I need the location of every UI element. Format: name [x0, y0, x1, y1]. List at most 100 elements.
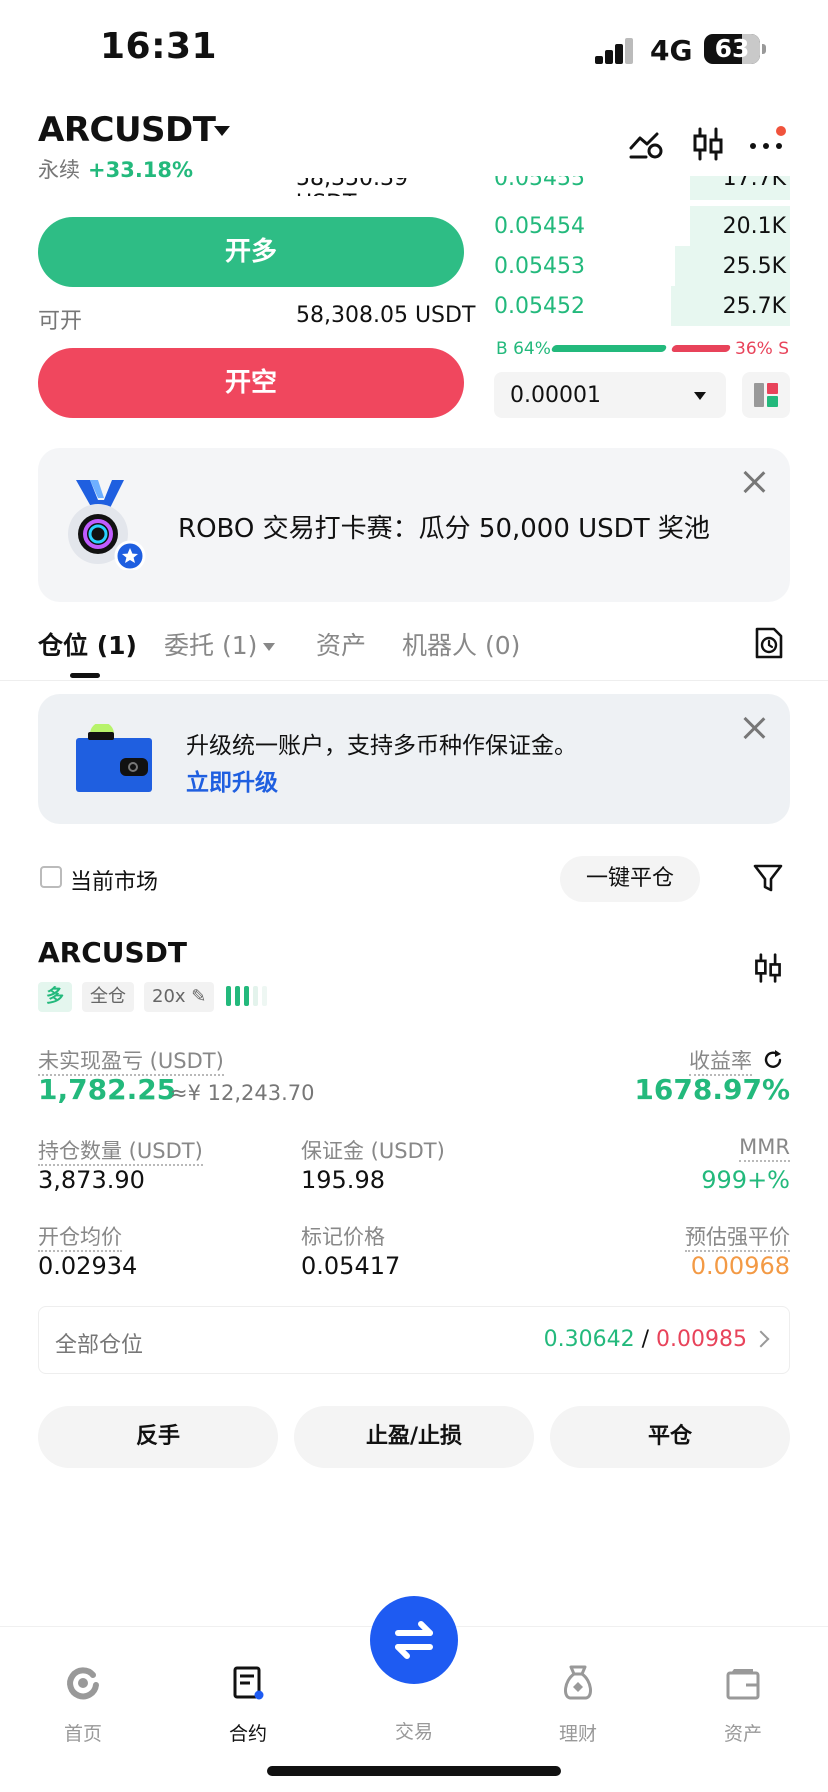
- history-icon[interactable]: [754, 626, 784, 660]
- roe-label[interactable]: 收益率: [689, 1049, 752, 1076]
- nav-futures[interactable]: 合约: [193, 1663, 303, 1746]
- medal-icon: [68, 480, 146, 570]
- orderbook-row[interactable]: 0.05452 25.7K: [494, 286, 790, 326]
- nav-futures-label: 合约: [228, 1723, 267, 1745]
- tab-bots[interactable]: 机器人 (0): [402, 626, 520, 662]
- filter-icon[interactable]: [752, 862, 784, 894]
- upgrade-banner[interactable]: 升级统一账户，支持多币种作保证金。 立即升级: [38, 694, 790, 824]
- futures-icon: [233, 1666, 264, 1700]
- tab-orders-label: 委托 (1): [164, 631, 258, 660]
- promo-banner[interactable]: ROBO 交易打卡赛：瓜分 50,000 USDT 奖池: [38, 448, 790, 602]
- margin-mode-tag: 全仓: [82, 982, 134, 1012]
- orderbook-qty: 17.7K: [722, 176, 786, 191]
- upgrade-title: 升级统一账户，支持多币种作保证金。: [186, 733, 577, 759]
- open-long-button[interactable]: 开多: [38, 217, 464, 287]
- nav-home[interactable]: 首页: [28, 1663, 138, 1746]
- signal-icon: [595, 38, 635, 64]
- buy-ratio-bar: [550, 345, 668, 352]
- home-indicator: [267, 1766, 561, 1776]
- entry-price-value: 0.02934: [38, 1252, 138, 1280]
- nav-earn[interactable]: 理财: [523, 1663, 633, 1746]
- size-label[interactable]: 持仓数量 (USDT): [38, 1139, 203, 1166]
- promo-text: ROBO 交易打卡赛：瓜分 50,000 USDT 奖池: [178, 514, 710, 544]
- side-tag: 多: [38, 982, 72, 1012]
- nav-assets-label: 资产: [723, 1723, 762, 1745]
- roe-value: 1678.97%: [634, 1073, 790, 1106]
- orderbook-qty: 20.1K: [722, 214, 786, 239]
- orderbook-price: 0.05455: [494, 176, 585, 191]
- sell-ratio: 36% S: [735, 339, 789, 359]
- upnl-label[interactable]: 未实现盈亏 (USDT): [38, 1049, 224, 1076]
- leverage-tag[interactable]: 20x ✎: [144, 982, 215, 1012]
- liq-price-label[interactable]: 预估强平价: [685, 1225, 790, 1252]
- nav-trade-label: 交易: [394, 1721, 433, 1743]
- layout-icon: [754, 383, 778, 407]
- upnl-cny: ≈¥ 12,243.70: [170, 1081, 315, 1105]
- size-value: 3,873.90: [38, 1166, 145, 1194]
- sell-ratio-bar: [670, 345, 732, 352]
- close-position-button[interactable]: 平仓: [550, 1406, 790, 1468]
- reverse-button[interactable]: 反手: [38, 1406, 278, 1468]
- caret-down-icon: [263, 643, 276, 651]
- current-market-checkbox[interactable]: [40, 866, 62, 888]
- status-time: 16:31: [100, 26, 218, 67]
- candlestick-icon[interactable]: [752, 950, 784, 986]
- trading-bot-icon[interactable]: [628, 126, 664, 162]
- orderbook-qty: 25.5K: [722, 254, 786, 279]
- all-positions-sep: /: [634, 1327, 657, 1352]
- wallet-icon: [76, 724, 152, 792]
- trade-fab[interactable]: [370, 1596, 458, 1684]
- avail-partial-row: 58,350.39 USDT: [38, 178, 464, 196]
- precision-select[interactable]: 0.00001: [494, 372, 726, 418]
- upnl-value: 1,782.25: [38, 1073, 177, 1106]
- all-positions-values: 0.30642 / 0.00985: [544, 1327, 747, 1352]
- risk-level-bars: [226, 986, 286, 1006]
- current-market-label[interactable]: 当前市场: [70, 864, 158, 896]
- open-short-button[interactable]: 开空: [38, 348, 464, 418]
- mark-price-value: 0.05417: [301, 1252, 401, 1280]
- position-symbol[interactable]: ARCUSDT: [38, 936, 187, 969]
- caret-down-icon: [694, 392, 706, 400]
- pair-title[interactable]: ARCUSDT: [38, 110, 216, 150]
- all-positions-label: 全部仓位: [55, 1333, 144, 1358]
- all-positions-row[interactable]: 全部仓位 0.30642 / 0.00985: [38, 1306, 790, 1374]
- nav-assets[interactable]: 资产: [688, 1663, 798, 1746]
- avail-label: 可开: [38, 309, 83, 334]
- entry-price-label[interactable]: 开仓均价: [38, 1225, 122, 1252]
- candlestick-icon[interactable]: [690, 126, 726, 162]
- tpsl-button[interactable]: 止盈/止损: [294, 1406, 534, 1468]
- precision-value: 0.00001: [510, 383, 601, 408]
- orderbook-row[interactable]: 0.05454 20.1K: [494, 206, 790, 246]
- battery-level: 63: [714, 34, 750, 63]
- caret-down-icon[interactable]: [214, 126, 230, 136]
- upgrade-link[interactable]: 立即升级: [186, 763, 278, 797]
- orderbook-layout-button[interactable]: [742, 372, 790, 418]
- nav-earn-label: 理财: [558, 1723, 597, 1745]
- avail-value: 58,308.05 USDT: [296, 303, 476, 328]
- close-icon[interactable]: [742, 470, 766, 494]
- close-icon[interactable]: [742, 716, 766, 740]
- refresh-icon[interactable]: [762, 1049, 784, 1071]
- margin-label: 保证金 (USDT): [301, 1139, 445, 1163]
- orderbook-row[interactable]: 0.05453 25.5K: [494, 246, 790, 286]
- tab-assets[interactable]: 资产: [316, 626, 366, 662]
- orderbook-price: 0.05454: [494, 214, 585, 239]
- network-label: 4G: [650, 34, 693, 67]
- avail-partial-value: 58,350.39 USDT: [296, 178, 408, 196]
- liq-price-value: 0.00968: [690, 1252, 790, 1280]
- assets-icon: [726, 1669, 760, 1700]
- orderbook-qty: 25.7K: [722, 294, 786, 319]
- nav-trade[interactable]: 交易: [359, 1705, 469, 1744]
- mmr-label[interactable]: MMR: [739, 1135, 790, 1162]
- orderbook-price: 0.05452: [494, 294, 585, 319]
- mmr-value: 999+%: [701, 1166, 790, 1194]
- tab-orders[interactable]: 委托 (1): [164, 626, 276, 662]
- tab-positions[interactable]: 仓位 (1): [38, 626, 137, 662]
- active-tab-indicator: [70, 673, 100, 678]
- buy-ratio: B 64%: [496, 339, 551, 359]
- earn-icon: [564, 1665, 592, 1700]
- nav-home-label: 首页: [63, 1723, 102, 1745]
- orderbook-partial-row[interactable]: 0.05455 17.7K: [494, 176, 790, 200]
- orderbook-price: 0.05453: [494, 254, 585, 279]
- close-all-button[interactable]: 一键平仓: [560, 856, 700, 902]
